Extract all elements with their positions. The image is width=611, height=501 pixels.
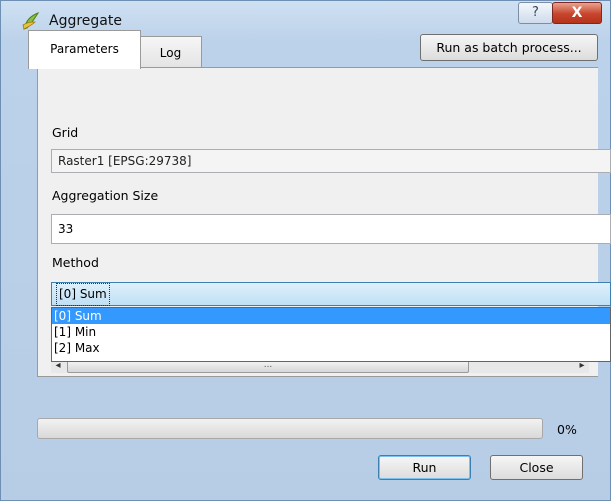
grid-layer-field[interactable]: Raster1 [EPSG:29738] (51, 149, 611, 173)
aggregation-size-input[interactable]: 33 (51, 214, 611, 244)
method-option-max[interactable]: [2] Max (52, 340, 610, 356)
aggregation-size-label: Aggregation Size (52, 188, 159, 203)
run-batch-process-button[interactable]: Run as batch process... (420, 34, 598, 61)
close-window-button[interactable]: X (552, 2, 602, 24)
method-selected-value: [0] Sum (56, 283, 110, 306)
close-button[interactable]: Close (490, 455, 583, 480)
window-title: Aggregate (49, 13, 122, 29)
run-button[interactable]: Run (378, 455, 471, 480)
help-button[interactable]: ? (518, 2, 553, 24)
method-option-sum[interactable]: [0] Sum (52, 308, 610, 324)
qgis-logo-icon (22, 12, 40, 30)
method-label: Method (52, 255, 99, 270)
grid-label: Grid (52, 125, 79, 140)
tab-log[interactable]: Log (139, 36, 202, 69)
method-option-min[interactable]: [1] Min (52, 324, 610, 340)
method-select[interactable]: [0] Sum (51, 282, 611, 306)
tab-parameters[interactable]: Parameters (28, 30, 141, 69)
method-dropdown-list[interactable]: [0] Sum [1] Min [2] Max (51, 307, 611, 362)
progress-bar (37, 418, 543, 439)
progress-percent: 0% (557, 422, 577, 437)
